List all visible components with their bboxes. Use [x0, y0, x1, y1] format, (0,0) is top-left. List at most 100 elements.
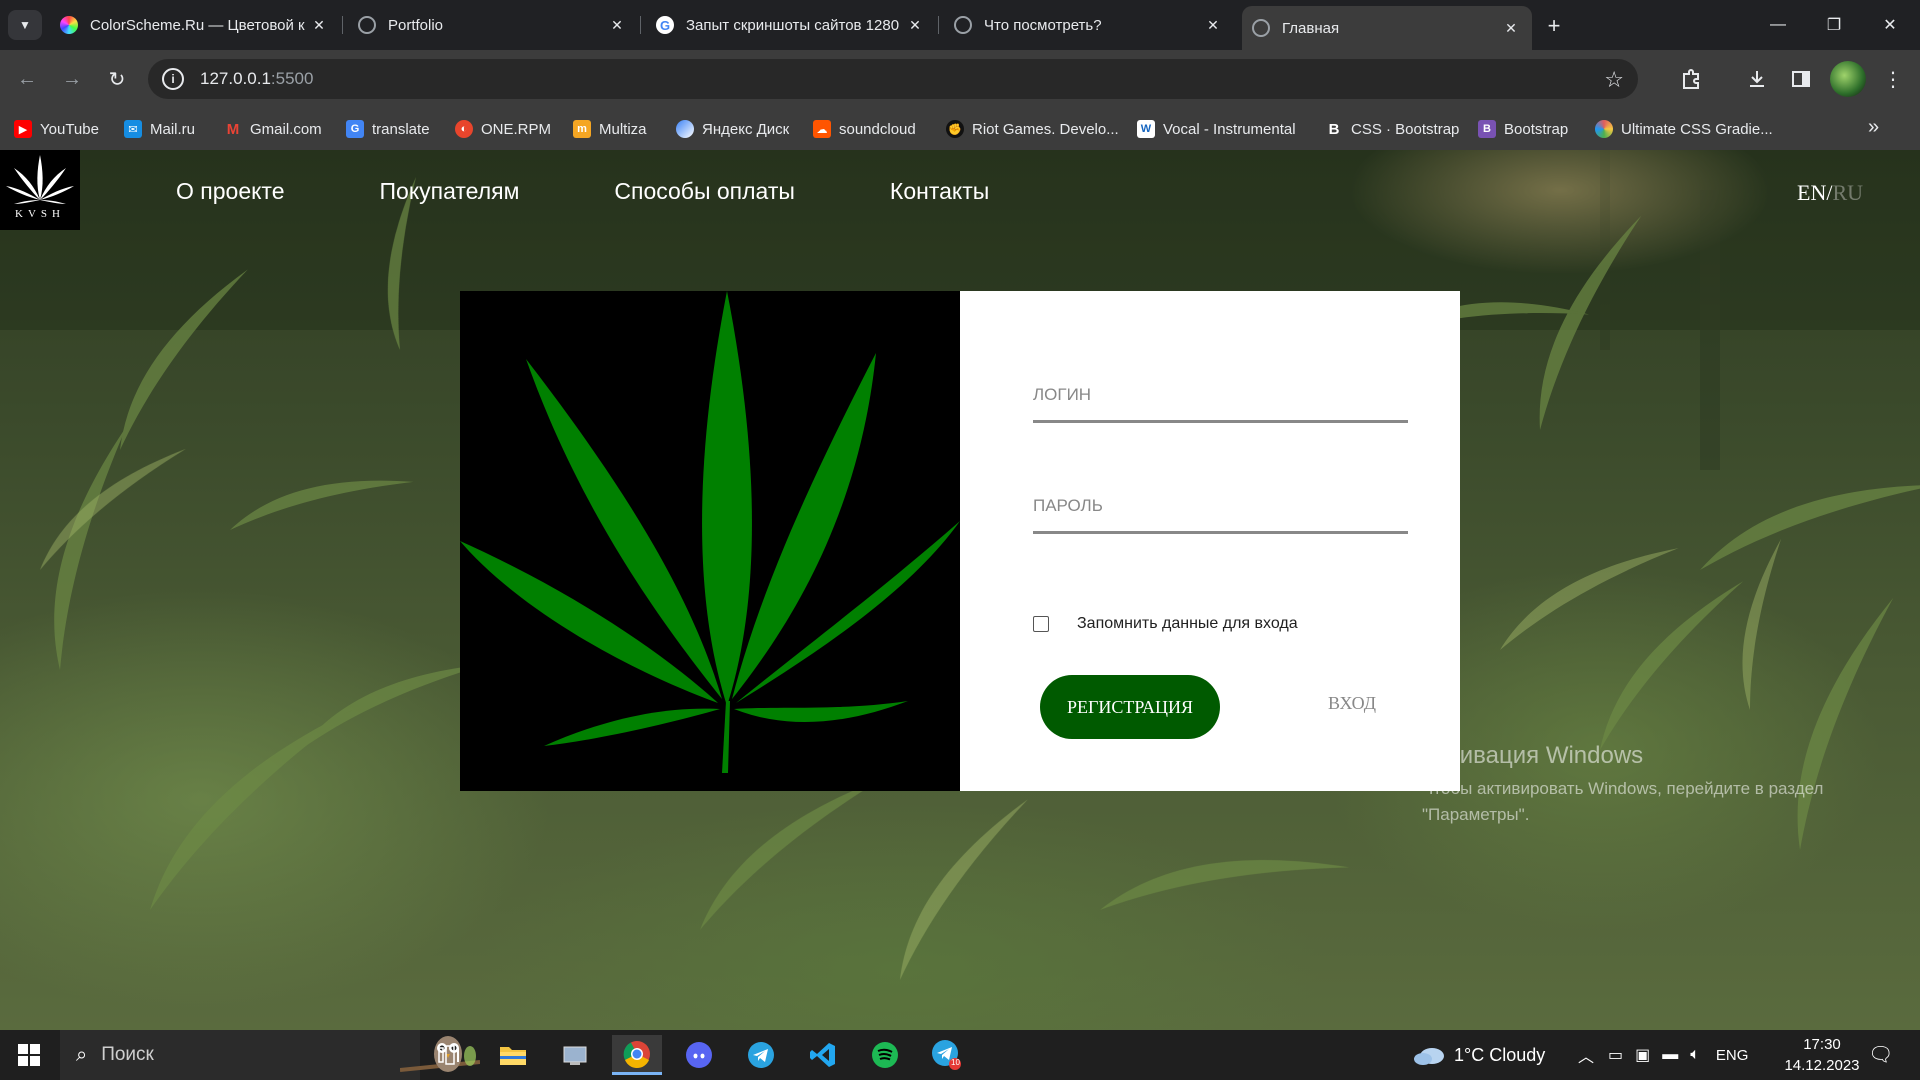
bookmark-mailru[interactable]: ✉ Mail.ru	[124, 118, 195, 140]
site-info-icon[interactable]: i	[162, 68, 184, 90]
bookmark-onerpm[interactable]: ◐ ONE.RPM	[455, 118, 551, 140]
more-menu-icon[interactable]: ⋮	[1878, 64, 1908, 94]
windows-start-icon[interactable]	[18, 1044, 40, 1066]
nav-link-payment[interactable]: Способы оплаты	[614, 178, 795, 214]
spotify-icon[interactable]	[860, 1035, 910, 1075]
globe-icon	[358, 16, 376, 34]
network-icon[interactable]: ▣	[1635, 1045, 1650, 1065]
tab-what-to-watch[interactable]: Что посмотреть? ✕	[944, 8, 1234, 42]
bookmark-bootstrap[interactable]: B Bootstrap	[1478, 118, 1568, 140]
vocal-icon: W	[1137, 120, 1155, 138]
taskview-icon[interactable]	[424, 1035, 474, 1075]
nav-link-about[interactable]: О проекте	[176, 178, 285, 214]
volume-icon[interactable]: 🔈︎	[1690, 1046, 1700, 1064]
register-button[interactable]: РЕГИСТРАЦИЯ	[1040, 675, 1220, 739]
bookmark-vocal[interactable]: W Vocal - Instrumental	[1137, 118, 1296, 140]
youtube-icon: ▶	[14, 120, 32, 138]
card-image-panel	[460, 291, 960, 791]
minimize-icon[interactable]: —	[1750, 0, 1806, 50]
meet-icon[interactable]: ▭	[1608, 1045, 1623, 1065]
close-icon[interactable]: ✕	[1204, 16, 1222, 34]
tab-search-button[interactable]: ▼	[8, 10, 42, 40]
windows-taskbar: ⌕ Поиск 10 1°C Cloudy ︿ ▭ ▣ ▬ 🔈︎ ENG 17:…	[0, 1030, 1920, 1080]
google-icon: G	[656, 16, 674, 34]
chrome-icon[interactable]	[612, 1035, 662, 1075]
bookmark-multiza[interactable]: m Multiza	[573, 118, 647, 140]
forward-icon[interactable]: →	[57, 64, 87, 94]
bookmark-yandex-disk[interactable]: Яндекс Диск	[676, 118, 789, 140]
windows-activation-watermark: Активация Windows Чтобы активировать Win…	[1422, 742, 1862, 828]
lang-en[interactable]: EN/	[1797, 180, 1832, 205]
new-tab-button[interactable]: +	[1540, 12, 1568, 40]
cloud-icon	[1414, 1048, 1444, 1065]
site-logo[interactable]: KVSH	[0, 150, 80, 230]
system-clock[interactable]: 17:30 14.12.2023	[1770, 1034, 1874, 1076]
reload-icon[interactable]: ↻	[102, 64, 132, 94]
close-icon[interactable]: ✕	[906, 16, 924, 34]
tab-home[interactable]: Главная ✕	[1242, 6, 1532, 50]
colorwheel-icon	[60, 16, 78, 34]
bookmark-gmail[interactable]: M Gmail.com	[224, 118, 322, 140]
bookmark-css-gradient[interactable]: Ultimate CSS Gradie...	[1595, 118, 1773, 140]
address-bar[interactable]: i 127.0.0.1:5500 ☆	[148, 59, 1638, 99]
mailru-icon: ✉	[124, 120, 142, 138]
bookmark-riot[interactable]: ✊ Riot Games. Develo...	[946, 118, 1119, 140]
riot-icon: ✊	[946, 120, 964, 138]
bookmarks-overflow-icon[interactable]: »	[1868, 116, 1879, 139]
tab-divider	[342, 16, 343, 34]
back-icon[interactable]: ←	[12, 64, 42, 94]
tab-divider	[938, 16, 939, 34]
cannabis-leaf-icon	[460, 291, 960, 773]
bookmark-css-bootstrap[interactable]: B CSS · Bootstrap	[1325, 118, 1459, 140]
close-icon[interactable]: ✕	[310, 16, 328, 34]
telegram-icon[interactable]	[736, 1035, 786, 1075]
bookmark-youtube[interactable]: ▶ YouTube	[14, 118, 99, 140]
activation-text: Чтобы активировать Windows, перейдите в …	[1422, 779, 1824, 824]
battery-icon[interactable]: ▬	[1662, 1046, 1678, 1064]
profile-avatar[interactable]	[1830, 61, 1866, 97]
login-button[interactable]: ВХОД	[1328, 693, 1376, 714]
bootstrap-icon: B	[1478, 120, 1496, 138]
taskbar-search[interactable]: ⌕ Поиск	[60, 1030, 480, 1080]
file-explorer-icon[interactable]	[488, 1035, 538, 1075]
weather-widget[interactable]: 1°C Cloudy	[1412, 1030, 1545, 1080]
tab-divider	[640, 16, 641, 34]
bookmark-star-icon[interactable]: ☆	[1604, 67, 1624, 93]
tray-overflow-icon[interactable]: ︿	[1578, 1043, 1594, 1067]
remember-checkbox[interactable]	[1033, 616, 1049, 632]
yandex-disk-icon	[676, 120, 694, 138]
nav-link-customers[interactable]: Покупателям	[380, 178, 520, 214]
activation-title: Активация Windows	[1422, 742, 1644, 769]
telegram-unread-icon[interactable]: 10	[922, 1035, 972, 1075]
language-switcher[interactable]: EN/RU	[1797, 180, 1863, 206]
side-panel-icon[interactable]	[1786, 64, 1816, 94]
extensions-icon[interactable]	[1676, 64, 1706, 94]
discord-icon[interactable]	[674, 1035, 724, 1075]
input-language[interactable]: ENG	[1716, 1047, 1749, 1064]
tab-colorscheme[interactable]: ColorScheme.Ru — Цветовой к ✕	[50, 8, 340, 42]
control-panel-icon[interactable]	[550, 1035, 600, 1075]
tab-portfolio[interactable]: Portfolio ✕	[348, 8, 638, 42]
clock-time: 17:30	[1803, 1036, 1841, 1053]
close-icon[interactable]: ✕	[1502, 19, 1520, 37]
vscode-icon[interactable]	[798, 1035, 848, 1075]
download-icon[interactable]	[1742, 64, 1772, 94]
tab-title: Запыт скриншоты сайтов 1280	[686, 16, 900, 34]
window-close-icon[interactable]: ✕	[1862, 0, 1918, 50]
lang-ru[interactable]: RU	[1832, 180, 1863, 205]
tab-title: Portfolio	[388, 16, 444, 34]
url-text: 127.0.0.1:5500	[200, 69, 314, 88]
login-field[interactable]: ЛОГИН	[1033, 379, 1408, 423]
close-icon[interactable]: ✕	[608, 16, 626, 34]
nav-link-contacts[interactable]: Контакты	[890, 178, 989, 214]
notifications-icon[interactable]: 🗨︎	[1868, 1042, 1893, 1066]
restore-icon[interactable]: ❐	[1806, 0, 1862, 50]
main-nav: О проекте Покупателям Способы оплаты Кон…	[176, 178, 1084, 214]
weather-text: 1°C Cloudy	[1454, 1044, 1546, 1065]
tab-screenshots[interactable]: G Запыт скриншоты сайтов 1280 ✕	[646, 8, 936, 42]
password-field[interactable]: ПАРОЛЬ	[1033, 490, 1408, 534]
clock-date: 14.12.2023	[1784, 1057, 1860, 1074]
bookmark-translate[interactable]: Gtranslate	[346, 118, 430, 140]
bookmark-soundcloud[interactable]: ☁ soundcloud	[813, 118, 916, 140]
search-placeholder: Поиск	[101, 1044, 154, 1065]
